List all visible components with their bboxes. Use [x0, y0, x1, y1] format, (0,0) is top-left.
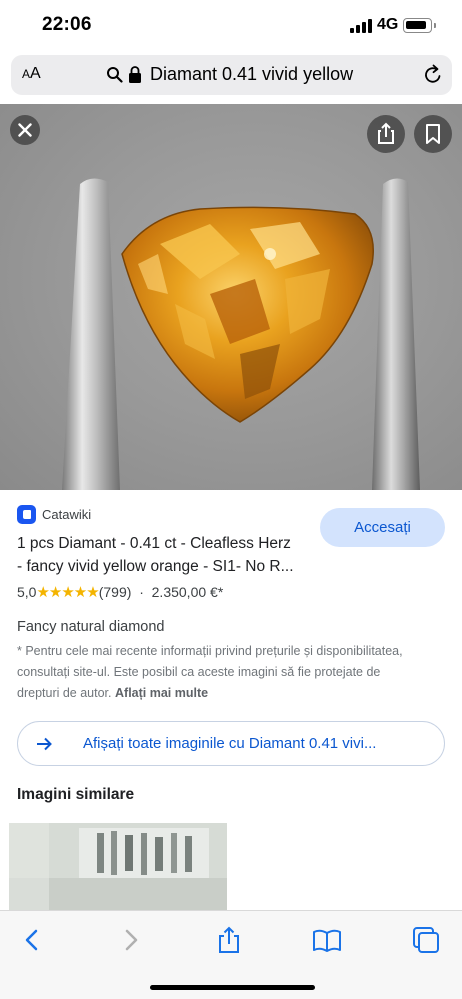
show-all-images-button[interactable]: Afișați toate imaginile cu Diamant 0.41 …: [17, 721, 445, 766]
book-icon: [313, 929, 341, 952]
back-icon: [25, 929, 38, 951]
home-indicator: [150, 985, 315, 990]
share-icon: [378, 122, 394, 144]
result-image[interactable]: [0, 104, 462, 490]
show-all-images-label: Afișați toate imaginile cu Diamant 0.41 …: [83, 735, 377, 752]
similar-images-heading: Imagini similare: [17, 786, 135, 803]
status-bar: 22:06 4G: [0, 0, 462, 50]
forward-button[interactable]: [116, 925, 146, 955]
product-description: Fancy natural diamond: [17, 619, 165, 635]
lock-icon: [129, 66, 141, 83]
bookmarks-button[interactable]: [312, 925, 342, 955]
tabs-button[interactable]: [411, 925, 441, 955]
forward-icon: [125, 929, 138, 951]
reload-icon[interactable]: [422, 64, 444, 86]
close-icon: [18, 123, 32, 137]
learn-more-link[interactable]: Aflați mai multe: [115, 686, 208, 700]
similar-image-photo: [9, 823, 227, 913]
visit-button[interactable]: Accesați: [320, 508, 445, 547]
result-details: Catawiki Accesați 1 pcs Diamant - 0.41 c…: [0, 490, 462, 913]
bookmark-button[interactable]: [414, 115, 452, 153]
similar-image-thumbnail[interactable]: [9, 823, 227, 913]
diamond-photo: [62, 178, 420, 490]
text-size-button[interactable]: AA: [22, 65, 41, 83]
result-title[interactable]: 1 pcs Diamant - 0.41 ct - Cleafless Herz…: [17, 532, 309, 578]
star-rating-icon: ★★★★★: [36, 584, 99, 601]
battery-level: [406, 21, 426, 29]
rating-value: 5,0: [17, 584, 37, 600]
network-type: 4G: [377, 16, 399, 33]
back-button[interactable]: [17, 925, 47, 955]
separator: ·: [139, 584, 144, 600]
address-bar[interactable]: AA Diamant 0.41 vivid yellow: [11, 55, 452, 95]
search-icon: [107, 67, 123, 83]
address-query[interactable]: Diamant 0.41 vivid yellow: [150, 64, 353, 85]
price-disclaimer: * Pentru cele mai recente informații pri…: [17, 641, 437, 704]
cellular-signal-icon: [350, 19, 372, 33]
share-icon: [219, 926, 239, 953]
price: 2.350,00 €*: [151, 584, 224, 600]
source-name[interactable]: Catawiki: [42, 507, 91, 522]
result-title-line1: 1 pcs Diamant - 0.41 ct - Cleafless Herz: [17, 535, 291, 552]
battery-tip: [434, 23, 436, 28]
disclaimer-line3: drepturi de autor.: [17, 686, 112, 700]
disclaimer-line1: * Pentru cele mai recente informații pri…: [17, 644, 403, 658]
status-time: 22:06: [42, 14, 92, 35]
bookmark-icon: [426, 124, 440, 144]
arrow-right-icon: [37, 737, 52, 751]
share-button[interactable]: [367, 115, 405, 153]
rating-row: 5,0★★★★★(799) · 2.350,00 €*: [17, 583, 223, 601]
close-button[interactable]: [10, 115, 40, 145]
share-toolbar-button[interactable]: [214, 925, 244, 955]
rating-count: (799): [98, 584, 132, 600]
result-title-line2: - fancy vivid yellow orange - SI1- No R.…: [17, 558, 294, 575]
catawiki-logo-icon: [17, 505, 36, 524]
disclaimer-line2: consultați site-ul. Este posibil ca aces…: [17, 665, 381, 679]
battery-icon: [403, 18, 432, 33]
tabs-icon: [413, 927, 439, 953]
